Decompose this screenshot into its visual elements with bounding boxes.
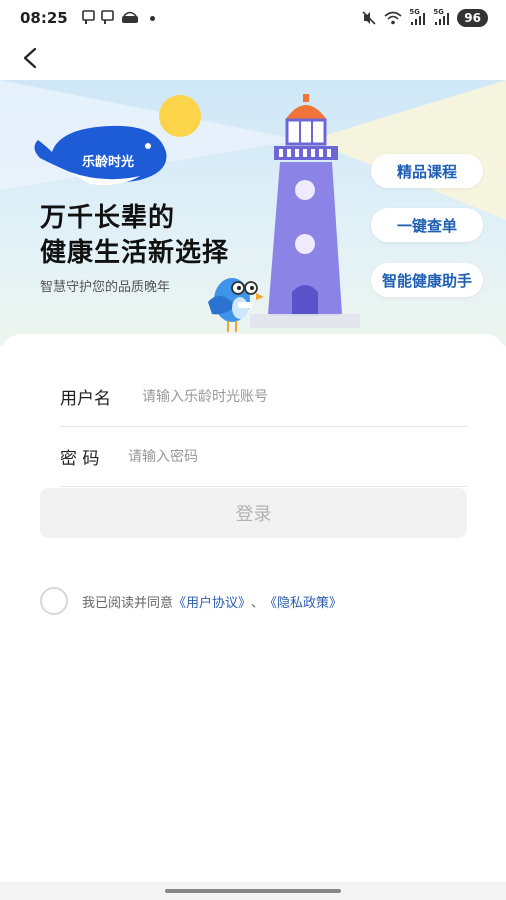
back-button[interactable] — [14, 42, 46, 74]
username-row: 用户名 — [60, 367, 467, 427]
headline-line-2: 健康生活新选择 — [40, 238, 230, 268]
notification-icon — [101, 10, 114, 24]
brand-logo-text: 乐龄时光 — [82, 155, 135, 170]
promo-banner: 乐龄时光 万千长辈的 健康生活新选择 智慧守护您的品质晚年 精品课程 一键查单 … — [0, 80, 506, 346]
agreement-prefix: 我已阅读并同意 — [82, 595, 174, 611]
premium-courses-button[interactable]: 精品课程 — [371, 154, 483, 188]
agreement-row: 我已阅读并同意 《用户协议》 、 《隐私政策》 — [40, 587, 342, 615]
tagline: 智慧守护您的品质晚年 — [40, 280, 171, 295]
login-card: 用户名 密 码 登录 我已阅读并同意 《用户协议》 、 《隐私政策》 — [0, 334, 506, 894]
agreement-separator: 、 — [251, 595, 265, 611]
status-bar: 08:25 5G 5G 96 — [0, 0, 506, 36]
user-agreement-link[interactable]: 《用户协议》 — [173, 592, 251, 611]
login-button[interactable]: 登录 — [40, 488, 467, 538]
sun-icon — [159, 95, 201, 137]
chevron-left-icon — [23, 47, 37, 69]
username-label: 用户名 — [60, 389, 111, 409]
signal-icon: 5G — [409, 8, 427, 26]
password-row: 密 码 — [60, 427, 467, 487]
signal-icon: 5G — [433, 8, 451, 26]
mute-icon — [362, 11, 376, 25]
wifi-icon — [384, 11, 402, 25]
headline-line-1: 万千长辈的 — [40, 203, 176, 233]
app-icon — [122, 11, 138, 23]
password-label: 密 码 — [60, 449, 100, 469]
quick-order-lookup-button[interactable]: 一键查单 — [371, 208, 483, 242]
status-time: 08:25 — [20, 9, 68, 27]
status-dot — [150, 16, 155, 21]
gesture-bar — [0, 882, 506, 900]
username-input[interactable] — [142, 388, 467, 405]
notification-icon — [82, 10, 95, 24]
privacy-policy-link[interactable]: 《隐私政策》 — [264, 592, 342, 611]
agreement-checkbox[interactable] — [40, 587, 68, 615]
smart-health-assistant-button[interactable]: 智能健康助手 — [371, 263, 483, 297]
home-indicator[interactable] — [165, 889, 341, 893]
nav-bar — [0, 36, 506, 80]
battery-indicator: 96 — [457, 9, 488, 27]
password-input[interactable] — [128, 448, 467, 465]
